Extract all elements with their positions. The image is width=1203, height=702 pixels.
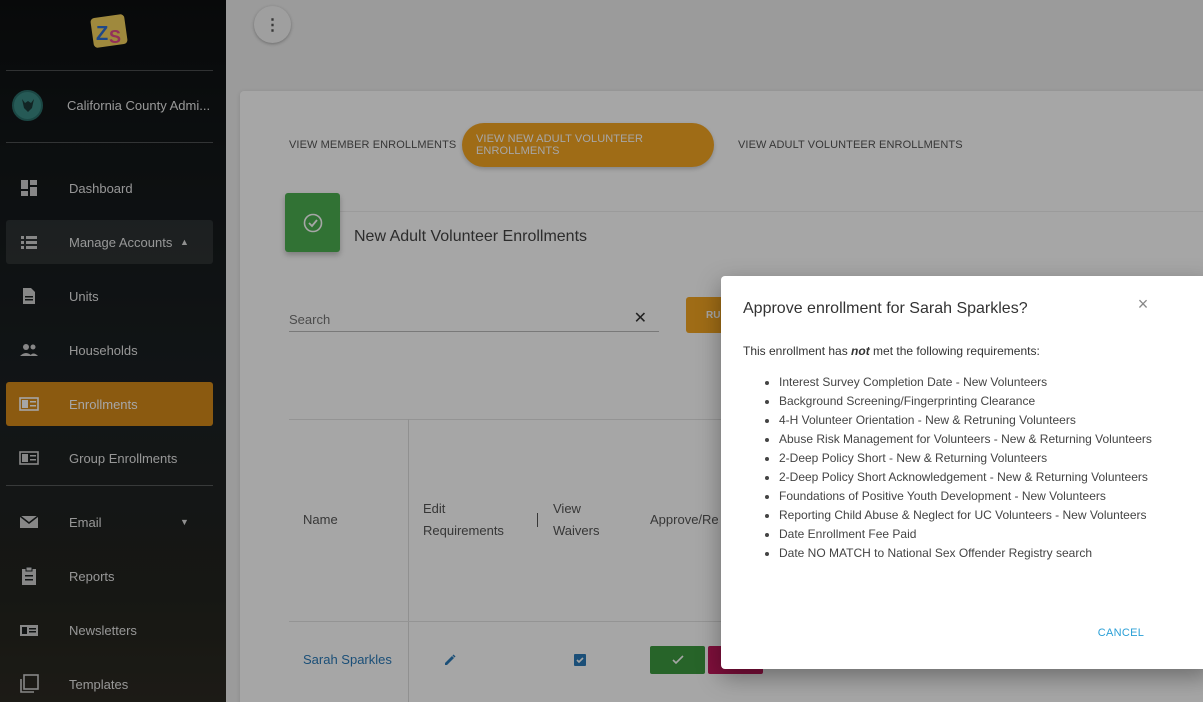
column-header-edit-requirements[interactable]: Edit Requirements	[423, 498, 513, 542]
chevron-down-icon: ▼	[180, 517, 189, 527]
search-field: ✕	[289, 300, 659, 332]
run-button[interactable]: RU	[686, 297, 726, 333]
cancel-button[interactable]: Cancel	[1091, 621, 1151, 645]
card-icon	[19, 397, 39, 411]
list-item: 2-Deep Policy Short Acknowledgement - Ne…	[779, 468, 1199, 487]
list-item: 2-Deep Policy Short - New & Returning Vo…	[779, 449, 1199, 468]
sidebar-divider	[6, 485, 213, 486]
sidebar-item-templates[interactable]: Templates	[6, 662, 213, 702]
column-header-approve-reject[interactable]: Approve/Re	[650, 509, 719, 531]
avatar	[12, 89, 43, 121]
sidebar-item-label: Email	[69, 514, 102, 530]
intro-text: met the following requirements:	[869, 344, 1040, 358]
chevron-up-icon: ▲	[180, 237, 189, 247]
intro-text: This enrollment has	[743, 344, 852, 358]
dashboard-icon	[21, 180, 37, 196]
approve-button[interactable]	[650, 646, 705, 674]
sidebar-item-reports[interactable]: Reports	[6, 554, 213, 598]
sidebar-divider	[6, 70, 213, 71]
list-item: 4-H Volunteer Orientation - New & Retrun…	[779, 411, 1199, 430]
search-input[interactable]	[289, 312, 619, 327]
sidebar-item-enrollments[interactable]: Enrollments	[6, 382, 213, 426]
sidebar-item-newsletters[interactable]: Newsletters	[6, 608, 213, 652]
document-icon	[23, 288, 35, 304]
card-icon	[19, 451, 39, 465]
check-circle-icon	[303, 213, 322, 232]
app-logo[interactable]: Z S	[88, 10, 130, 52]
sidebar-item-email[interactable]: Email ▼	[6, 500, 213, 544]
dialog-intro: This enrollment has not met the followin…	[743, 344, 1040, 358]
column-header-name[interactable]: Name	[303, 509, 338, 531]
sidebar-item-label: Units	[69, 288, 99, 304]
list-item: Foundations of Positive Youth Developmen…	[779, 487, 1199, 506]
clipboard-check-icon[interactable]	[573, 652, 587, 667]
sidebar-item-label: Reports	[69, 568, 115, 584]
column-header-view-waivers[interactable]: View Waivers	[553, 498, 603, 542]
section-title: New Adult Volunteer Enrollments	[354, 228, 588, 245]
mail-icon	[19, 515, 39, 528]
templates-icon	[20, 674, 39, 693]
requirements-list: Interest Survey Completion Date - New Vo…	[779, 373, 1199, 563]
check-icon	[671, 655, 684, 665]
column-resize-handle[interactable]	[537, 513, 538, 527]
sidebar-item-label: Manage Accounts	[69, 234, 173, 250]
sidebar-item-label: Templates	[69, 676, 129, 692]
list-item: Reporting Child Abuse & Neglect for UC V…	[779, 506, 1199, 525]
list-item: Date Enrollment Fee Paid	[779, 525, 1199, 544]
intro-emphasis: not	[851, 344, 870, 358]
svg-text:S: S	[109, 27, 121, 47]
list-item: Background Screening/Fingerprinting Clea…	[779, 392, 1199, 411]
people-icon	[20, 344, 38, 356]
sidebar-item-label: Dashboard	[69, 180, 133, 196]
list-item: Date NO MATCH to National Sex Offender R…	[779, 544, 1199, 563]
sidebar-item-units[interactable]: Units	[6, 274, 213, 318]
list-icon	[21, 236, 37, 249]
user-name: California County Admi...	[67, 97, 211, 113]
more-options-button[interactable]: ⋮	[254, 6, 291, 43]
edit-icon[interactable]	[443, 653, 457, 667]
column-divider	[408, 419, 409, 702]
sidebar-item-label: Newsletters	[69, 622, 137, 638]
sidebar-item-group-enrollments[interactable]: Group Enrollments	[6, 436, 213, 480]
sidebar-item-label: Enrollments	[69, 396, 138, 412]
approve-dialog: Approve enrollment for Sarah Sparkles? ×…	[721, 276, 1203, 669]
tab-member-enrollments[interactable]: View Member Enrollments	[289, 123, 456, 167]
newsletter-icon	[20, 625, 38, 636]
list-item: Abuse Risk Management for Volunteers - N…	[779, 430, 1199, 449]
close-icon[interactable]: ×	[1135, 295, 1151, 313]
sidebar-item-label: Households	[69, 342, 138, 358]
user-profile[interactable]: California County Admi...	[12, 88, 212, 122]
section-icon-box	[285, 193, 340, 252]
sidebar-item-label: Group Enrollments	[69, 450, 178, 466]
svg-text:Z: Z	[96, 23, 108, 45]
sidebar-item-manage-accounts[interactable]: Manage Accounts ▲	[6, 220, 213, 264]
list-item: Interest Survey Completion Date - New Vo…	[779, 373, 1199, 392]
tab-adult-volunteer-enrollments[interactable]: View Adult Volunteer Enrollments	[738, 123, 963, 167]
sidebar-item-dashboard[interactable]: Dashboard	[6, 166, 213, 210]
dialog-title: Approve enrollment for Sarah Sparkles?	[743, 300, 1028, 317]
sidebar-divider	[6, 142, 213, 143]
enrollee-name-link[interactable]: Sarah Sparkles	[303, 652, 392, 667]
sidebar: Z S California County Admi... Dashboard …	[0, 0, 226, 702]
close-icon[interactable]: ✕	[634, 308, 647, 328]
sidebar-item-households[interactable]: Households	[6, 328, 213, 372]
more-vert-icon: ⋮	[264, 16, 281, 34]
clipboard-icon	[22, 566, 36, 585]
tab-new-adult-volunteer-enrollments[interactable]: View New Adult Volunteer Enrollments	[462, 123, 714, 167]
